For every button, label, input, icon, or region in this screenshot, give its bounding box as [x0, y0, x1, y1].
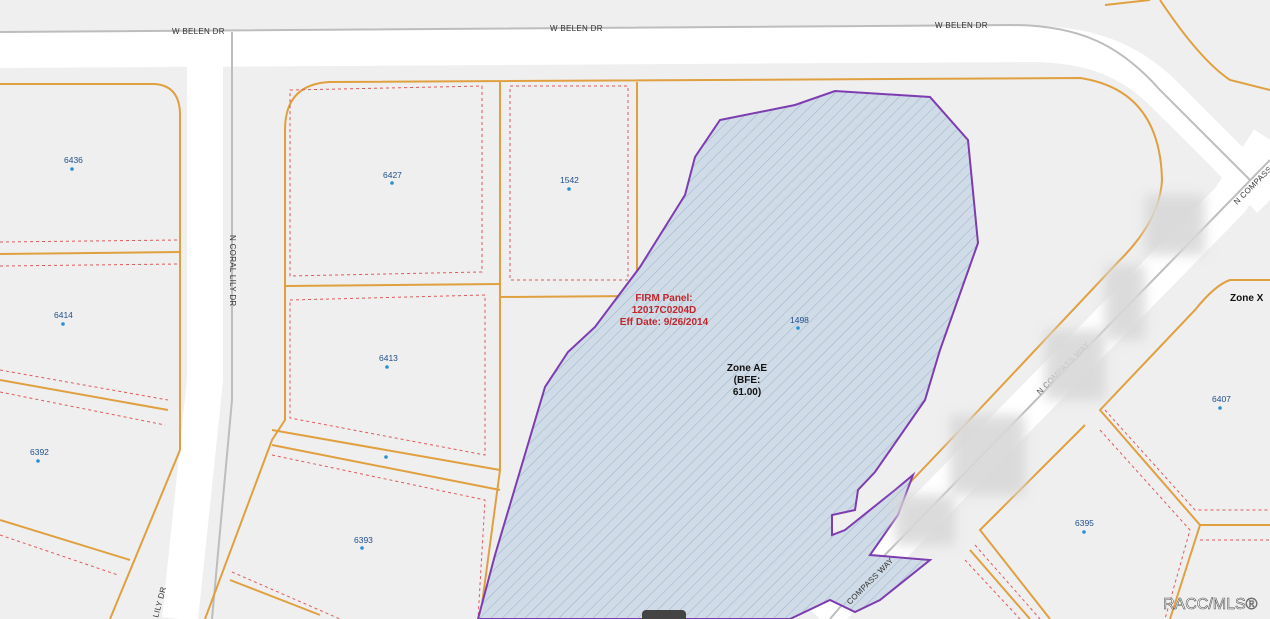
parcel-label[interactable]: 6393 — [354, 535, 373, 545]
blur-artifact — [1105, 265, 1145, 340]
zone-ae-label-line1: Zone AE — [727, 363, 768, 374]
bottom-drawer-handle[interactable] — [642, 610, 686, 619]
zone-ae-label-line2: (BFE: — [734, 375, 761, 386]
parcel-label[interactable]: 6392 — [30, 447, 49, 457]
road-label-coral-lily: N CORAL LILY DR — [228, 235, 237, 306]
parcel-label[interactable]: 6427 — [383, 170, 402, 180]
zone-x-label: Zone X — [1230, 293, 1264, 304]
mls-watermark: RACC/MLS® — [1163, 596, 1258, 613]
firm-effective-date: Eff Date: 9/26/2014 — [620, 317, 709, 328]
parcel-label[interactable]: 1542 — [560, 175, 579, 185]
flood-zone-map[interactable]: W BELEN DR W BELEN DR W BELEN DR N CORAL… — [0, 0, 1270, 619]
map-canvas: W BELEN DR W BELEN DR W BELEN DR N CORAL… — [0, 0, 1270, 619]
firm-panel-number: 12017C0204D — [632, 305, 697, 316]
parcel-label[interactable]: 6407 — [1212, 394, 1231, 404]
parcel-label[interactable]: 6414 — [54, 310, 73, 320]
road-label-belen-2: W BELEN DR — [550, 24, 603, 33]
parcel-label[interactable]: 6413 — [379, 353, 398, 363]
blur-artifact — [895, 495, 955, 545]
zone-ae-label-line3: 61.00) — [733, 387, 761, 398]
road-label-belen-3: W BELEN DR — [935, 21, 988, 30]
parcel-label[interactable]: 1498 — [790, 315, 809, 325]
firm-panel-label: FIRM Panel: — [635, 293, 692, 304]
parcel-label[interactable]: 6395 — [1075, 518, 1094, 528]
road-label-belen-1: W BELEN DR — [172, 27, 225, 36]
parcel-label[interactable]: 6436 — [64, 155, 83, 165]
blur-artifact — [950, 415, 1025, 495]
blur-artifact — [1045, 330, 1105, 400]
blur-artifact — [1145, 195, 1205, 255]
